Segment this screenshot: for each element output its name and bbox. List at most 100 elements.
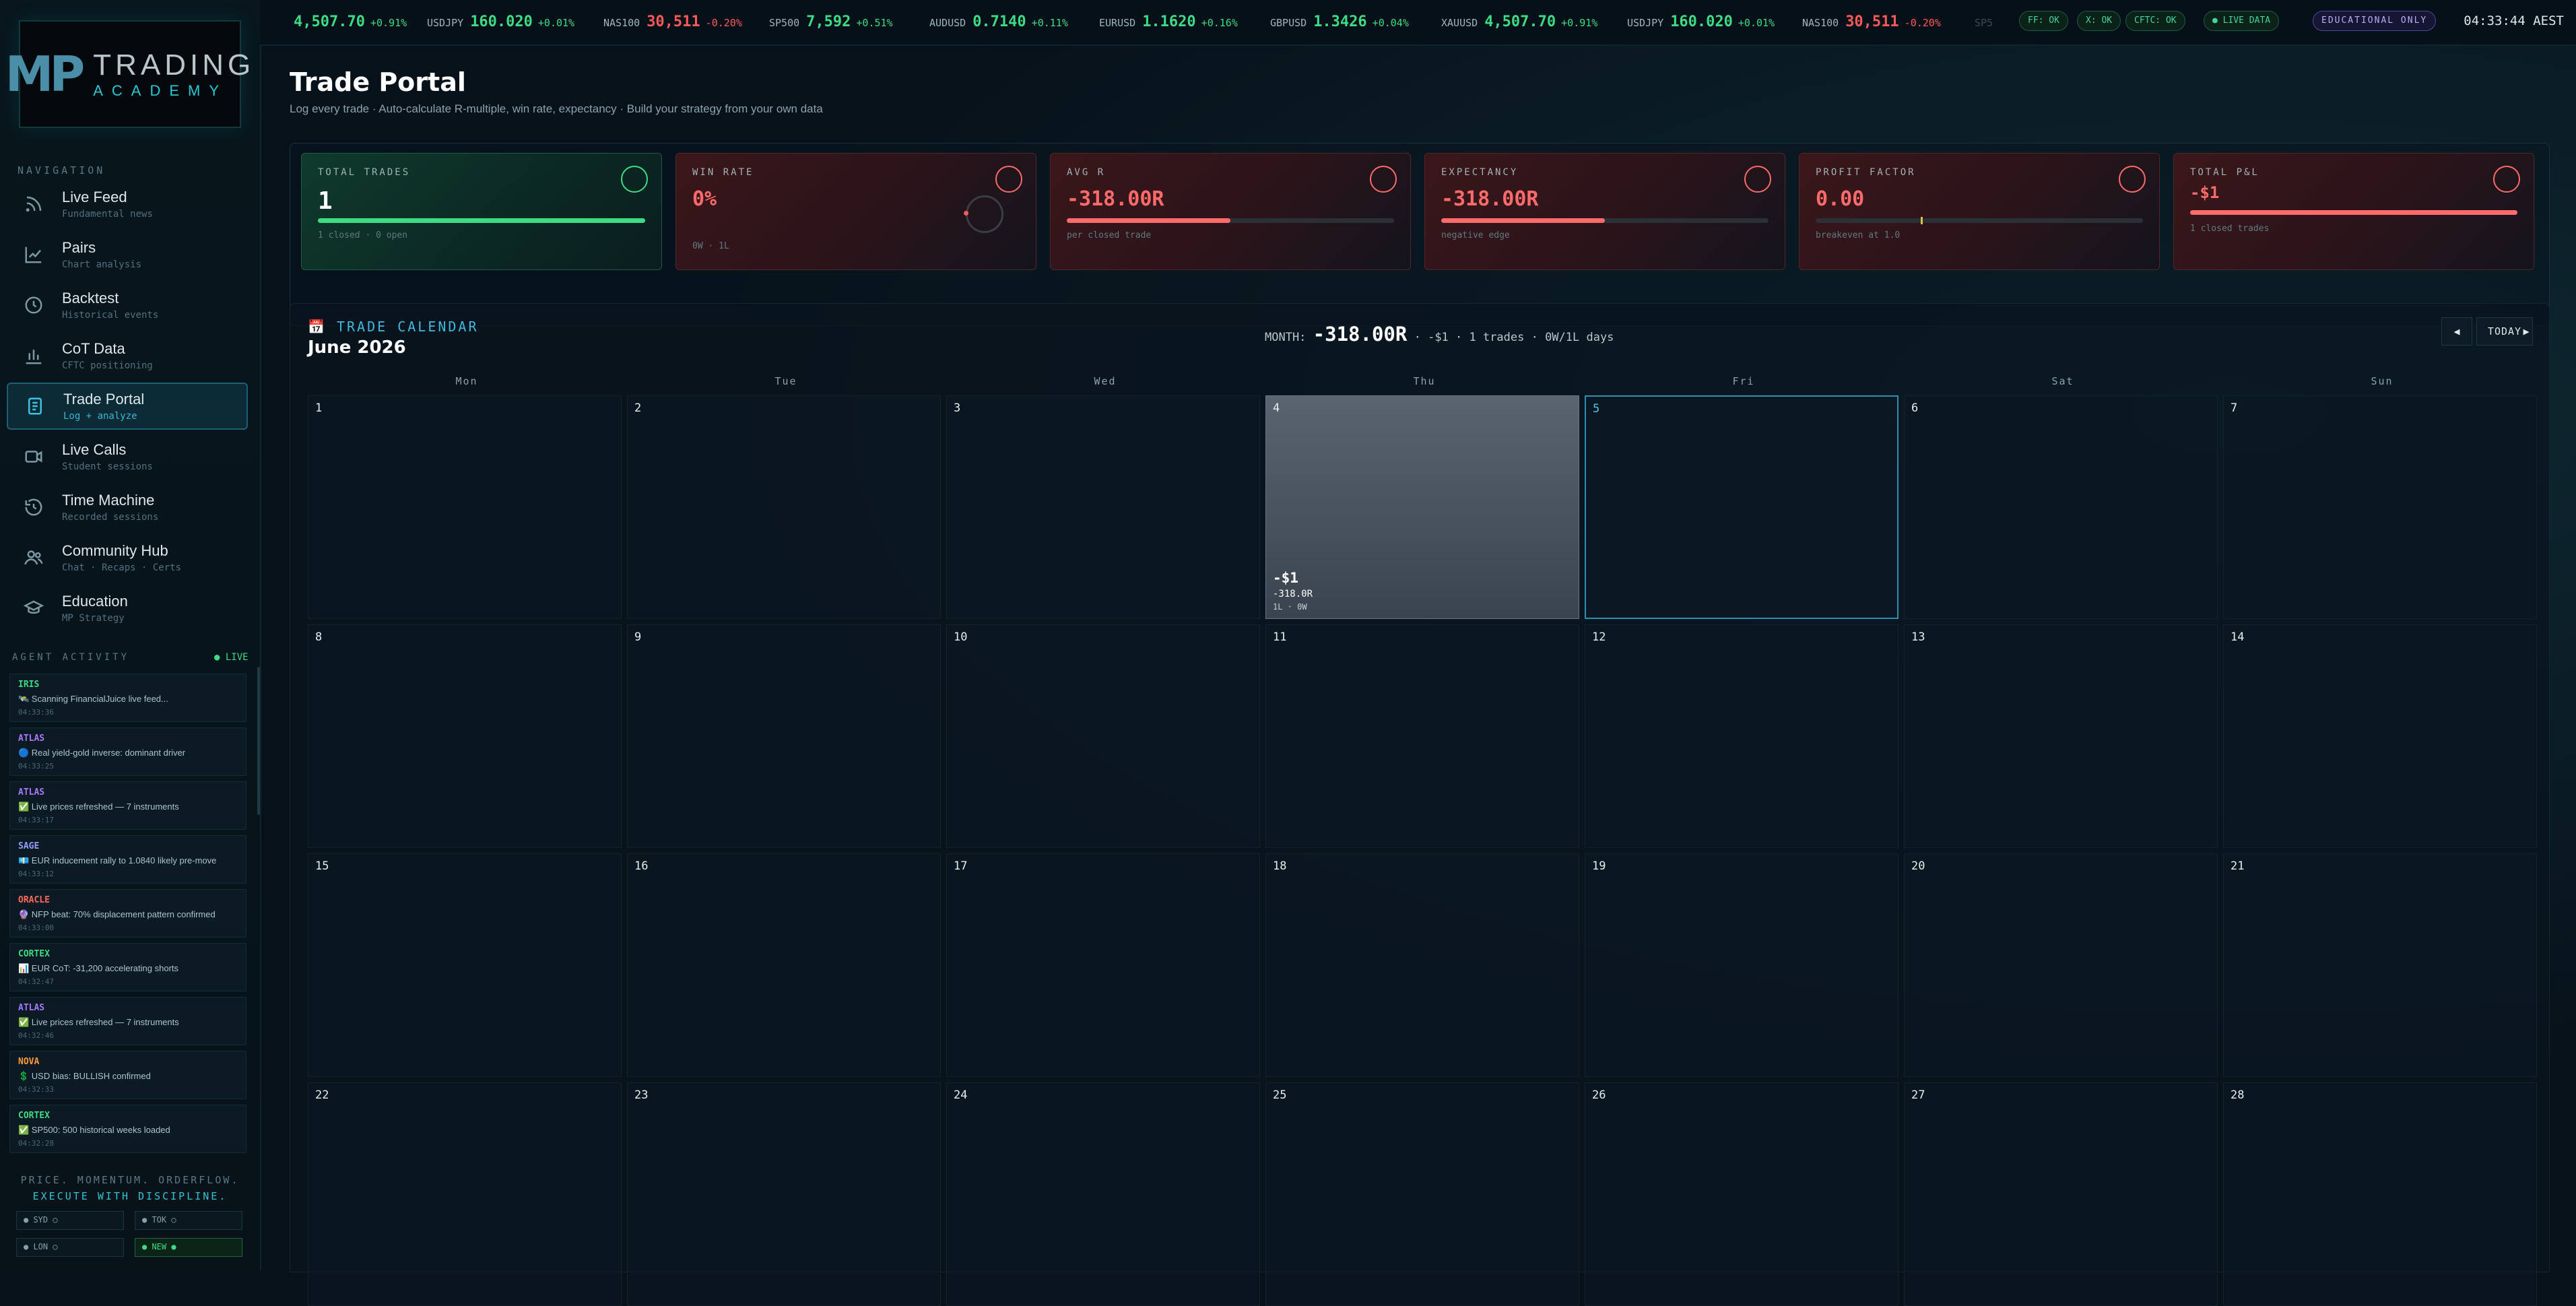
calendar-day[interactable]: 3 [946, 395, 1260, 619]
sidebar-item-label: Backtest [62, 290, 119, 306]
agent-message: ✅ Live prices refreshed — 7 instruments [18, 1017, 179, 1027]
agent-scrollbar[interactable] [257, 667, 260, 815]
sidebar-item-education[interactable]: Education MP Strategy [7, 585, 248, 632]
day-number: 3 [954, 401, 961, 415]
sidebar-item-sub: Chart analysis [62, 259, 142, 270]
calendar-day[interactable]: 6 [1904, 395, 2218, 619]
sidebar: MP TRADING ACADEMY NAVIGATION Live Feed … [0, 0, 261, 1271]
document-icon [22, 393, 48, 420]
ticker-item[interactable]: USDJPY 160.020 +0.01% [427, 13, 574, 30]
calendar-day[interactable]: 20 [1904, 853, 2218, 1077]
ticker-price: 160.020 [470, 13, 533, 30]
calendar-day[interactable]: 12 [1585, 624, 1898, 848]
sidebar-item-community-hub[interactable]: Community Hub Chat · Recaps · Certs [7, 534, 248, 581]
stat-card-total-trades: TOTAL TRADES 1 1 closed · 0 open [301, 153, 662, 270]
calendar-day[interactable]: 15 [308, 853, 622, 1077]
sidebar-item-label: Live Feed [62, 189, 127, 205]
calendar-day[interactable]: 27 [1904, 1082, 2218, 1306]
ticker-symbol: SP5 [1975, 17, 1993, 29]
sidebar-item-label: Time Machine [62, 492, 155, 509]
session-new: ● NEW ● [135, 1238, 242, 1257]
calendar-day[interactable]: 14 [2223, 624, 2537, 848]
ticker-item[interactable]: NAS100 30,511 -0.20% [603, 13, 742, 30]
stat-footnote: 1 closed · 0 open [318, 230, 408, 240]
calendar-day[interactable]: 23 [627, 1082, 941, 1306]
sidebar-item-backtest[interactable]: Backtest Historical events [7, 282, 248, 329]
ticker-item[interactable]: GBPUSD 1.3426 +0.04% [1270, 13, 1409, 30]
agent-activity-item: CORTEX 📊 EUR CoT: -31,200 accelerating s… [9, 943, 246, 991]
calendar-day[interactable]: 22 [308, 1082, 622, 1306]
agent-name: CORTEX [18, 949, 50, 959]
agent-name: ORACLE [18, 895, 50, 905]
day-number: 6 [1911, 401, 1919, 415]
calendar-day[interactable]: 18 [1265, 853, 1579, 1077]
calendar-day[interactable]: 5 [1585, 395, 1898, 619]
prev-month-button[interactable]: ◀ [2441, 317, 2472, 346]
calendar-day[interactable]: 26 [1585, 1082, 1898, 1306]
day-number: 7 [2231, 401, 2238, 415]
stat-value: 0.00 [1816, 187, 1865, 211]
ticker-price: 30,511 [1845, 13, 1899, 30]
stat-label: EXPECTANCY [1441, 167, 1519, 178]
calendar-day[interactable]: 4 -$1 -318.0R 1L · 0W [1265, 395, 1579, 619]
page-subtitle: Log every trade · Auto-calculate R-multi… [290, 102, 823, 115]
calendar-day[interactable]: 28 [2223, 1082, 2537, 1306]
calendar-day[interactable]: 8 [308, 624, 622, 848]
ticker-change: +0.04% [1372, 17, 1409, 29]
sidebar-item-time-machine[interactable]: Time Machine Recorded sessions [7, 484, 248, 531]
agent-message: 💲 USD bias: BULLISH confirmed [18, 1071, 151, 1081]
ticker-item[interactable]: SP5 [1975, 13, 2005, 30]
calendar-day[interactable]: 2 [627, 395, 941, 619]
ticker-price: 1.3426 [1313, 13, 1367, 30]
stat-ring-icon [1370, 166, 1397, 193]
ticker-item[interactable]: XAUUSD 4,507.70 +0.91% [1441, 13, 1597, 30]
calendar-day[interactable]: 19 [1585, 853, 1898, 1077]
agent-activity-item: ATLAS ✅ Live prices refreshed — 7 instru… [9, 997, 246, 1045]
ticker-item[interactable]: AUDUSD 0.7140 +0.11% [929, 13, 1068, 30]
page-title: Trade Portal [290, 67, 466, 97]
ticker-item[interactable]: NAS100 30,511 -0.20% [1802, 13, 1941, 30]
sidebar-item-live-calls[interactable]: Live Calls Student sessions [7, 433, 248, 480]
ticker-item[interactable]: 4,507.70 +0.91% [287, 13, 407, 30]
sidebar-item-cot-data[interactable]: CoT Data CFTC positioning [7, 332, 248, 379]
agent-time: 04:32:28 [18, 1139, 54, 1148]
video-icon [20, 443, 47, 470]
sidebar-item-label: Trade Portal [63, 391, 145, 407]
calendar-day[interactable]: 10 [946, 624, 1260, 848]
calendar-day[interactable]: 24 [946, 1082, 1260, 1306]
sidebar-item-live-feed[interactable]: Live Feed Fundamental news [7, 181, 248, 228]
bar-chart-icon [20, 342, 47, 369]
stat-card-avg-r: AVG R -318.00R per closed trade [1050, 153, 1411, 270]
calendar-day[interactable]: 16 [627, 853, 941, 1077]
agent-message: 💶 EUR inducement rally to 1.0840 likely … [18, 855, 217, 866]
day-pnl: -$1 [1273, 570, 1298, 586]
calendar-day[interactable]: 7 [2223, 395, 2537, 619]
ticker-change: +0.91% [1561, 17, 1598, 29]
stat-ring-icon [621, 166, 648, 193]
logo[interactable]: MP TRADING ACADEMY [5, 20, 251, 128]
calendar-day[interactable]: 17 [946, 853, 1260, 1077]
ticker-price: 1.1620 [1142, 13, 1196, 30]
sidebar-item-sub: Historical events [62, 310, 159, 321]
agent-activity-item: ATLAS 🔵 Real yield-gold inverse: dominan… [9, 727, 246, 776]
ticker-item[interactable]: EURUSD 1.1620 +0.16% [1099, 13, 1238, 30]
day-number: 16 [634, 859, 649, 873]
calendar-day[interactable]: 1 [308, 395, 622, 619]
day-number: 2 [634, 401, 642, 415]
agent-message: ✅ SP500: 500 historical weeks loaded [18, 1125, 170, 1135]
calendar-day[interactable]: 13 [1904, 624, 2218, 848]
stat-label: PROFIT FACTOR [1816, 167, 1916, 178]
calendar-day[interactable]: 11 [1265, 624, 1579, 848]
calendar-day[interactable]: 25 [1265, 1082, 1579, 1306]
calendar-day[interactable]: 21 [2223, 853, 2537, 1077]
sidebar-item-trade-portal[interactable]: Trade Portal Log + analyze [7, 383, 248, 430]
sidebar-item-pairs[interactable]: Pairs Chart analysis [7, 231, 248, 278]
calendar-day[interactable]: 9 [627, 624, 941, 848]
status-x: X: OK [2077, 11, 2121, 31]
day-number: 26 [1592, 1088, 1606, 1102]
ticker-item[interactable]: SP500 7,592 +0.51% [769, 13, 893, 30]
next-month-button[interactable]: ▶ [2511, 317, 2541, 346]
ticker-symbol: USDJPY [427, 17, 464, 29]
ticker-item[interactable]: USDJPY 160.020 +0.01% [1627, 13, 1775, 30]
stat-footnote: 0W · 1L [692, 241, 729, 251]
